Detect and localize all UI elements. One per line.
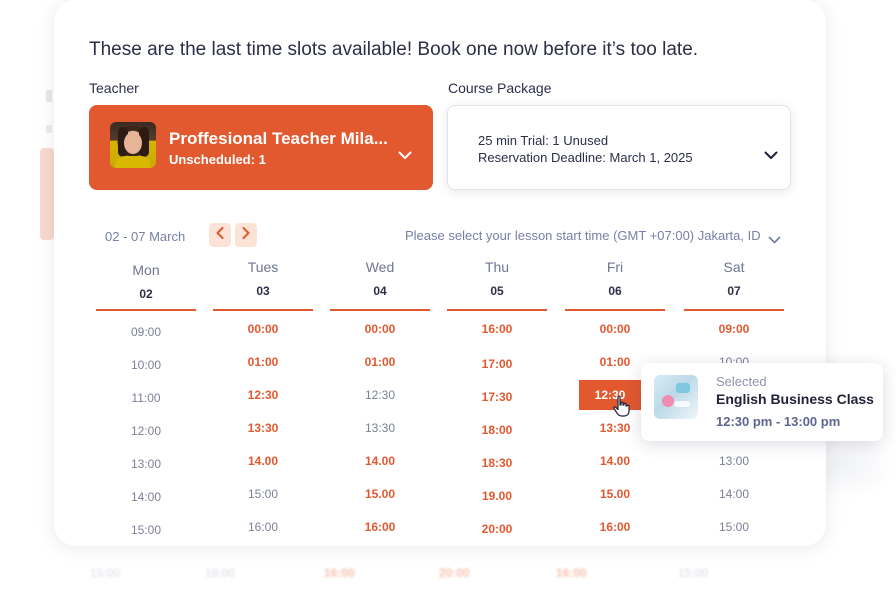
background-decoration xyxy=(46,90,52,102)
day-date: 03 xyxy=(256,284,270,298)
popup-time: 12:30 pm - 13:00 pm xyxy=(716,414,841,429)
time-slot-available[interactable]: 15.00 xyxy=(330,487,430,501)
hand-pointer-icon xyxy=(612,395,632,422)
time-slot-unavailable[interactable]: 15:00 xyxy=(684,520,784,534)
popup-class-title: English Business Class xyxy=(716,391,874,407)
day-name: Mon xyxy=(132,262,160,278)
time-slot-unavailable[interactable]: 16:00 xyxy=(213,520,313,534)
prev-week-button[interactable] xyxy=(209,223,231,247)
page-title: These are the last time slots available!… xyxy=(89,39,699,60)
day-underline xyxy=(213,309,313,311)
package-label: Course Package xyxy=(448,80,552,96)
background-decoration xyxy=(40,148,54,240)
time-slot-unavailable[interactable]: 13:00 xyxy=(96,457,196,471)
time-slot-available[interactable]: 16:00 xyxy=(330,520,430,534)
time-slot-available[interactable]: 00:00 xyxy=(330,322,430,336)
time-slot-unavailable[interactable]: 13:30 xyxy=(330,421,430,435)
ghost-slot: 15:00 xyxy=(90,566,121,580)
day-underline xyxy=(447,309,547,311)
time-slot-available[interactable]: 01:00 xyxy=(330,355,430,369)
time-slot-available[interactable]: 15.00 xyxy=(565,487,665,501)
ghost-slot: 16:00 xyxy=(556,566,587,580)
time-slot-unavailable[interactable]: 12:30 xyxy=(330,388,430,402)
booking-card: These are the last time slots available!… xyxy=(54,0,826,546)
day-name: Fri xyxy=(606,259,624,275)
time-slot-unavailable[interactable]: 10:00 xyxy=(96,358,196,372)
time-slot-available[interactable]: 09:00 xyxy=(684,322,784,336)
selected-slot-popup: Selected English Business Class 12:30 pm… xyxy=(641,363,883,441)
day-date: 02 xyxy=(139,287,153,301)
time-slot-unavailable[interactable]: 15:00 xyxy=(96,523,196,537)
day-date: 04 xyxy=(373,284,387,298)
day-underline xyxy=(684,309,784,311)
chevron-left-icon xyxy=(216,226,224,244)
background-decoration xyxy=(46,125,52,133)
time-slot-unavailable[interactable]: 11:00 xyxy=(96,391,196,405)
time-slot-available[interactable]: 20:00 xyxy=(447,522,547,536)
day-date: 06 xyxy=(608,284,622,298)
class-thumbnail xyxy=(654,375,698,419)
time-slot-unavailable[interactable]: 09:00 xyxy=(96,325,196,339)
chevron-down-icon[interactable] xyxy=(398,151,412,160)
teacher-select[interactable]: Proffesional Teacher Mila... Unscheduled… xyxy=(89,105,433,190)
time-slot-available[interactable]: 19.00 xyxy=(447,489,547,503)
course-package-select[interactable]: 25 min Trial: 1 Unused Reservation Deadl… xyxy=(447,105,791,190)
ghost-slot: 20:00 xyxy=(439,566,470,580)
day-underline xyxy=(96,309,196,311)
chevron-right-icon xyxy=(242,226,250,244)
time-slot-available[interactable]: 16:00 xyxy=(447,322,547,336)
time-slot-available[interactable]: 18:00 xyxy=(447,423,547,437)
time-slot-available[interactable]: 17:30 xyxy=(447,390,547,404)
time-slot-unavailable[interactable]: 15:00 xyxy=(213,487,313,501)
day-name: Tues xyxy=(247,259,279,275)
week-range: 02 - 07 March xyxy=(105,229,186,244)
time-slot-available[interactable]: 14.00 xyxy=(565,454,665,468)
day-name: Wed xyxy=(365,259,395,275)
package-trial-info: 25 min Trial: 1 Unused xyxy=(478,133,609,148)
day-date: 07 xyxy=(727,284,741,298)
teacher-name: Proffesional Teacher Mila... xyxy=(169,129,388,148)
timezone-prompt: Please select your lesson start time (GM… xyxy=(405,228,761,243)
teacher-label: Teacher xyxy=(89,80,139,96)
time-slot-available[interactable]: 12:30 xyxy=(213,388,313,402)
day-date: 05 xyxy=(490,284,504,298)
ghost-slot: 15:00 xyxy=(678,566,709,580)
time-slot-available[interactable]: 17:00 xyxy=(447,357,547,371)
time-slot-unavailable[interactable]: 14:00 xyxy=(96,490,196,504)
time-slot-unavailable[interactable]: 12:00 xyxy=(96,424,196,438)
background-decoration xyxy=(826,440,896,500)
day-underline xyxy=(330,309,430,311)
teacher-status: Unscheduled: 1 xyxy=(169,152,266,167)
time-slot-available[interactable]: 14.00 xyxy=(213,454,313,468)
time-slot-available[interactable]: 00:00 xyxy=(565,322,665,336)
time-slot-available[interactable]: 14.00 xyxy=(330,454,430,468)
popup-status: Selected xyxy=(716,374,767,389)
time-slot-available[interactable]: 16:00 xyxy=(565,520,665,534)
chevron-down-icon[interactable] xyxy=(764,151,778,160)
chevron-down-icon[interactable] xyxy=(768,231,781,249)
time-slot-unavailable[interactable]: 13:00 xyxy=(684,454,784,468)
day-name: Sat xyxy=(723,259,745,275)
ghost-slot: 16:00 xyxy=(205,566,236,580)
day-name: Thu xyxy=(484,259,510,275)
time-slot-unavailable[interactable]: 14:00 xyxy=(684,487,784,501)
package-deadline: Reservation Deadline: March 1, 2025 xyxy=(478,150,693,165)
time-slot-available[interactable]: 18:30 xyxy=(447,456,547,470)
time-slot-available[interactable]: 00:00 xyxy=(213,322,313,336)
ghost-slot: 16:00 xyxy=(324,566,355,580)
next-week-button[interactable] xyxy=(235,223,257,247)
time-slot-available[interactable]: 01:00 xyxy=(213,355,313,369)
day-underline xyxy=(565,309,665,311)
time-slot-available[interactable]: 13:30 xyxy=(213,421,313,435)
avatar xyxy=(110,122,156,168)
